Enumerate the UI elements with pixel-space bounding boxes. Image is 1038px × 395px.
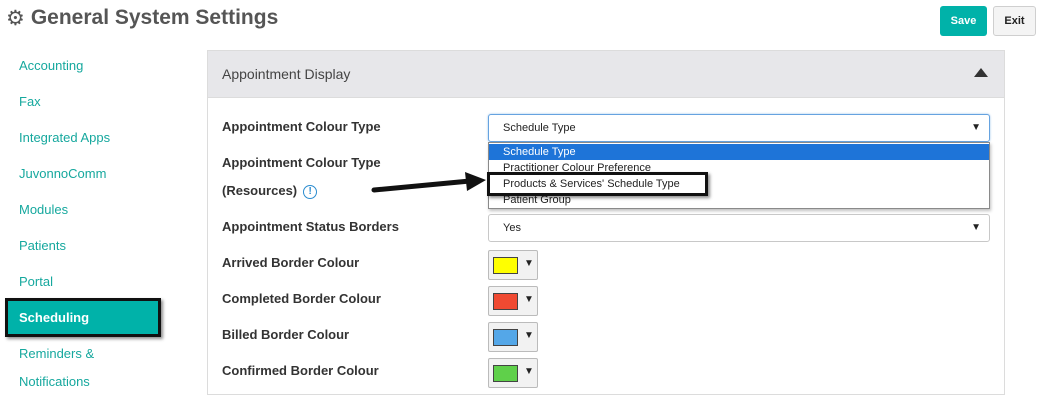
sidebar-item-scheduling[interactable]: Scheduling xyxy=(5,298,161,337)
sidebar-item-fax[interactable]: Fax xyxy=(19,93,41,111)
sidebar-item-reminders[interactable]: Reminders & xyxy=(19,345,94,363)
arrived-colour-swatch xyxy=(493,257,518,274)
sidebar-item-portal[interactable]: Portal xyxy=(19,273,53,291)
sidebar-item-modules[interactable]: Modules xyxy=(19,201,68,219)
panel-title: Appointment Display xyxy=(222,66,351,82)
billed-colour-swatch xyxy=(493,329,518,346)
sidebar-item-juvonnocomm[interactable]: JuvonnoComm xyxy=(19,165,106,183)
resources-label: (Resources)! xyxy=(222,183,318,199)
chevron-down-icon: ▼ xyxy=(971,222,981,233)
annotation-arrow-icon xyxy=(371,172,486,193)
completed-colour-swatch xyxy=(493,293,518,310)
sidebar-item-accounting[interactable]: Accounting xyxy=(19,57,83,75)
completed-border-colour-label: Completed Border Colour xyxy=(222,291,381,306)
highlighted-option-products-services[interactable]: Products & Services' Schedule Type xyxy=(487,172,708,196)
caret-down-icon: ▼ xyxy=(524,294,534,305)
caret-down-icon: ▼ xyxy=(524,258,534,269)
save-button[interactable]: Save xyxy=(940,6,987,36)
dropdown-option-schedule-type[interactable]: Schedule Type xyxy=(489,144,989,160)
completed-colour-picker[interactable]: ▼ xyxy=(488,286,538,316)
sidebar-item-notifications[interactable]: Notifications xyxy=(19,373,90,391)
appointment-colour-type-select[interactable]: Schedule Type ▼ xyxy=(488,114,990,142)
confirmed-colour-picker[interactable]: ▼ xyxy=(488,358,538,388)
sidebar-item-integrated-apps[interactable]: Integrated Apps xyxy=(19,129,110,147)
caret-down-icon: ▼ xyxy=(524,330,534,341)
arrived-colour-picker[interactable]: ▼ xyxy=(488,250,538,280)
confirmed-colour-swatch xyxy=(493,365,518,382)
chevron-up-icon[interactable] xyxy=(974,68,988,77)
appointment-status-borders-select[interactable]: Yes ▼ xyxy=(488,214,990,242)
resources-label-text: (Resources) xyxy=(222,183,298,198)
sidebar-item-patients[interactable]: Patients xyxy=(19,237,66,255)
confirmed-border-colour-label: Confirmed Border Colour xyxy=(222,363,379,378)
chevron-down-icon: ▼ xyxy=(971,122,981,133)
panel-header[interactable]: Appointment Display xyxy=(208,51,1004,98)
appointment-colour-type-label: Appointment Colour Type xyxy=(222,119,381,134)
exit-button[interactable]: Exit xyxy=(993,6,1036,36)
appointment-status-borders-label: Appointment Status Borders xyxy=(222,219,399,234)
billed-border-colour-label: Billed Border Colour xyxy=(222,327,350,342)
arrived-border-colour-label: Arrived Border Colour xyxy=(222,255,360,270)
select-value: Schedule Type xyxy=(503,122,576,134)
caret-down-icon: ▼ xyxy=(524,366,534,377)
settings-sidebar: Accounting Fax Integrated Apps JuvonnoCo… xyxy=(0,0,200,391)
billed-colour-picker[interactable]: ▼ xyxy=(488,322,538,352)
appointment-colour-type-resources-label: Appointment Colour Type xyxy=(222,155,381,170)
info-icon[interactable]: ! xyxy=(303,184,318,199)
select-value: Yes xyxy=(503,222,521,234)
